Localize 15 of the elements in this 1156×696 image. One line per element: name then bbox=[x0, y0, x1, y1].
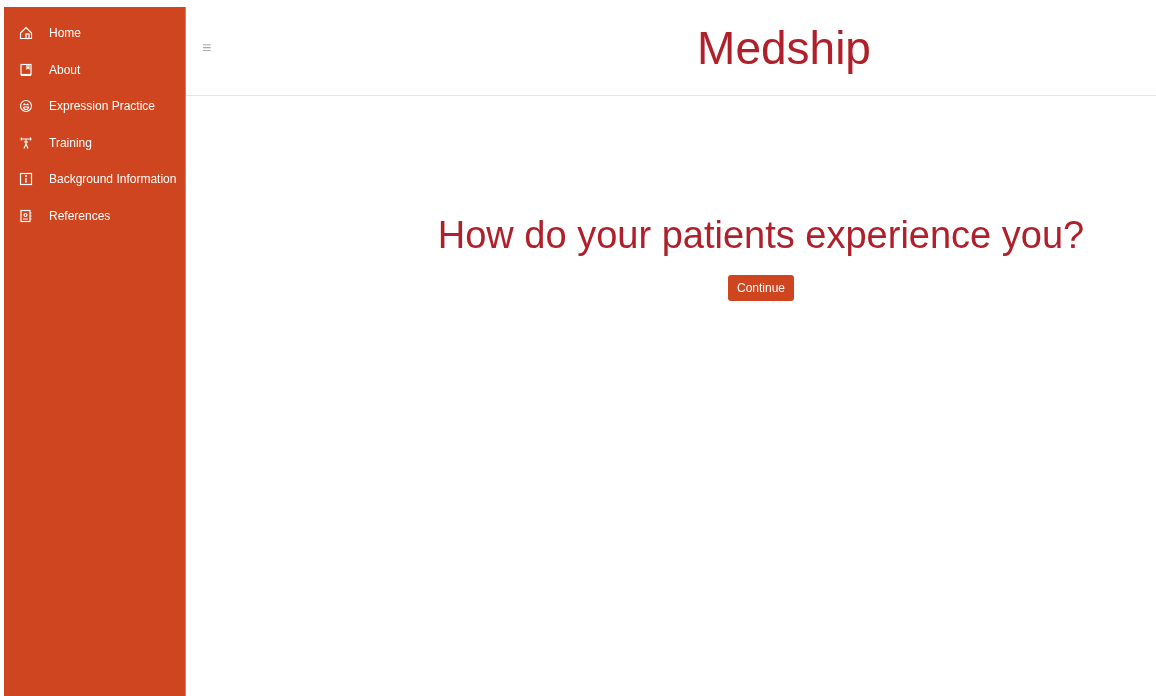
sidebar-item[interactable]: Training bbox=[4, 124, 185, 161]
site-title: Medship bbox=[696, 20, 872, 75]
sidebar-item[interactable]: About bbox=[4, 51, 185, 88]
smile-icon bbox=[19, 99, 33, 114]
home-icon bbox=[19, 26, 33, 41]
sidebar-item[interactable]: Expression Practice bbox=[4, 88, 185, 125]
book-icon bbox=[19, 62, 33, 77]
main-heading: How do your patients experience you? bbox=[437, 214, 1085, 257]
info-icon bbox=[19, 172, 33, 187]
sidebar-item[interactable]: Background Information bbox=[4, 161, 185, 198]
contact-book-icon bbox=[19, 208, 33, 223]
continue-button[interactable]: Continue bbox=[727, 275, 794, 301]
sidebar-item[interactable]: References bbox=[4, 197, 185, 234]
dumbbell-icon bbox=[19, 135, 33, 150]
sidebar-item[interactable]: Home bbox=[4, 15, 185, 52]
